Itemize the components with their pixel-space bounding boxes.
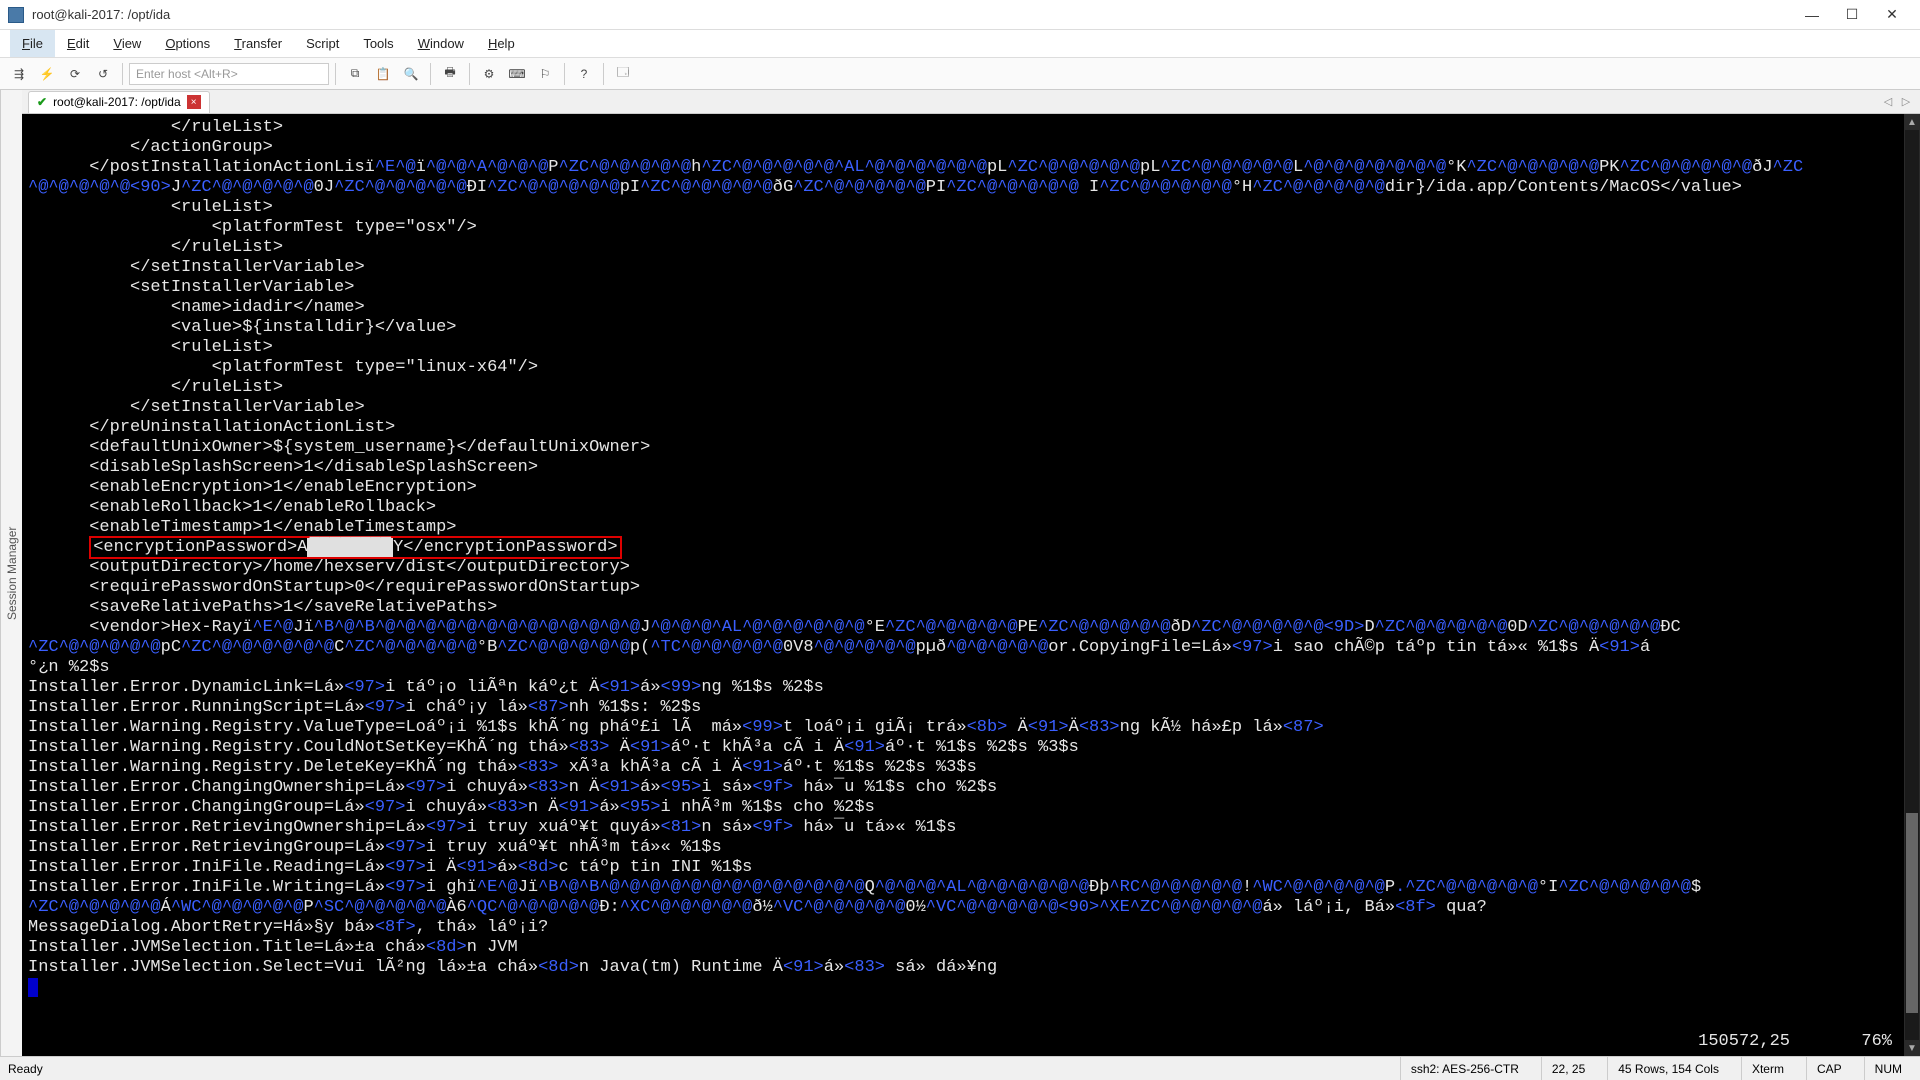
scroll-track[interactable]: [1905, 130, 1919, 1040]
menu-view[interactable]: View: [101, 30, 153, 57]
maximize-button[interactable]: ☐: [1832, 0, 1872, 30]
toolbar-separator: [469, 63, 470, 85]
toolbar-separator: [564, 63, 565, 85]
window-title: root@kali-2017: /opt/ida: [32, 7, 1792, 22]
xfer-icon[interactable]: 🗔: [610, 61, 636, 87]
keyboard-icon[interactable]: ⌨: [504, 61, 530, 87]
status-cap: CAP: [1806, 1057, 1852, 1080]
close-button[interactable]: ✕: [1872, 0, 1912, 30]
menu-options[interactable]: Options: [153, 30, 222, 57]
status-num: NUM: [1864, 1057, 1912, 1080]
copy-icon[interactable]: ⧉: [342, 61, 368, 87]
status-bar: Ready ssh2: AES-256-CTR 22, 25 45 Rows, …: [0, 1056, 1920, 1080]
scroll-up-icon[interactable]: ▲: [1904, 114, 1920, 130]
scrollbar[interactable]: ▲ ▼: [1904, 114, 1920, 1056]
menu-script[interactable]: Script: [294, 30, 351, 57]
toolbar: ⇶ ⚡ ⟳ ↺ Enter host <Alt+R> ⧉ 📋 🔍 🖶 ⚙ ⌨ ⚐…: [0, 58, 1920, 90]
reconnect-icon[interactable]: ⟳: [62, 61, 88, 87]
scroll-down-icon[interactable]: ▼: [1904, 1040, 1920, 1056]
settings-icon[interactable]: ⚙: [476, 61, 502, 87]
menu-file[interactable]: File: [10, 30, 55, 57]
status-connection: ssh2: AES-256-CTR: [1400, 1057, 1529, 1080]
tab-close-icon[interactable]: ×: [187, 95, 201, 109]
toolbar-separator: [603, 63, 604, 85]
terminal[interactable]: </ruleList> </actionGroup> </postInstall…: [22, 114, 1904, 1056]
status-size: 45 Rows, 154 Cols: [1607, 1057, 1729, 1080]
session-manager-sidebar[interactable]: Session Manager: [0, 90, 22, 1056]
menu-tools[interactable]: Tools: [351, 30, 405, 57]
toolbar-separator: [430, 63, 431, 85]
app-icon: [8, 7, 24, 23]
tab-next-icon[interactable]: ▷: [1898, 94, 1914, 110]
scroll-thumb[interactable]: [1906, 813, 1918, 1013]
session-manager-icon[interactable]: ⇶: [6, 61, 32, 87]
status-cursor-pos: 22, 25: [1541, 1057, 1595, 1080]
session-tab[interactable]: ✔ root@kali-2017: /opt/ida ×: [28, 91, 210, 113]
host-input[interactable]: Enter host <Alt+R>: [129, 63, 329, 85]
toolbar-separator: [122, 63, 123, 85]
minimize-button[interactable]: —: [1792, 0, 1832, 30]
tab-title: root@kali-2017: /opt/ida: [53, 95, 181, 109]
menu-bar: File Edit View Options Transfer Script T…: [0, 30, 1920, 58]
status-ready: Ready: [8, 1057, 1388, 1080]
disconnect-icon[interactable]: ↺: [90, 61, 116, 87]
menu-window[interactable]: Window: [406, 30, 476, 57]
title-bar: root@kali-2017: /opt/ida — ☐ ✕: [0, 0, 1920, 30]
menu-edit[interactable]: Edit: [55, 30, 101, 57]
quick-connect-icon[interactable]: ⚡: [34, 61, 60, 87]
print-icon[interactable]: 🖶: [437, 61, 463, 87]
status-mode: Xterm: [1741, 1057, 1794, 1080]
tab-prev-icon[interactable]: ◁: [1880, 94, 1896, 110]
tab-bar: ✔ root@kali-2017: /opt/ida × ◁ ▷: [22, 90, 1920, 114]
menu-help[interactable]: Help: [476, 30, 527, 57]
flag-icon[interactable]: ⚐: [532, 61, 558, 87]
toolbar-separator: [335, 63, 336, 85]
find-icon[interactable]: 🔍: [398, 61, 424, 87]
help-icon[interactable]: ?: [571, 61, 597, 87]
menu-transfer[interactable]: Transfer: [222, 30, 294, 57]
paste-icon[interactable]: 📋: [370, 61, 396, 87]
connected-icon: ✔: [37, 95, 47, 109]
vim-status-line: 150572,25 76%: [1698, 1032, 1892, 1052]
